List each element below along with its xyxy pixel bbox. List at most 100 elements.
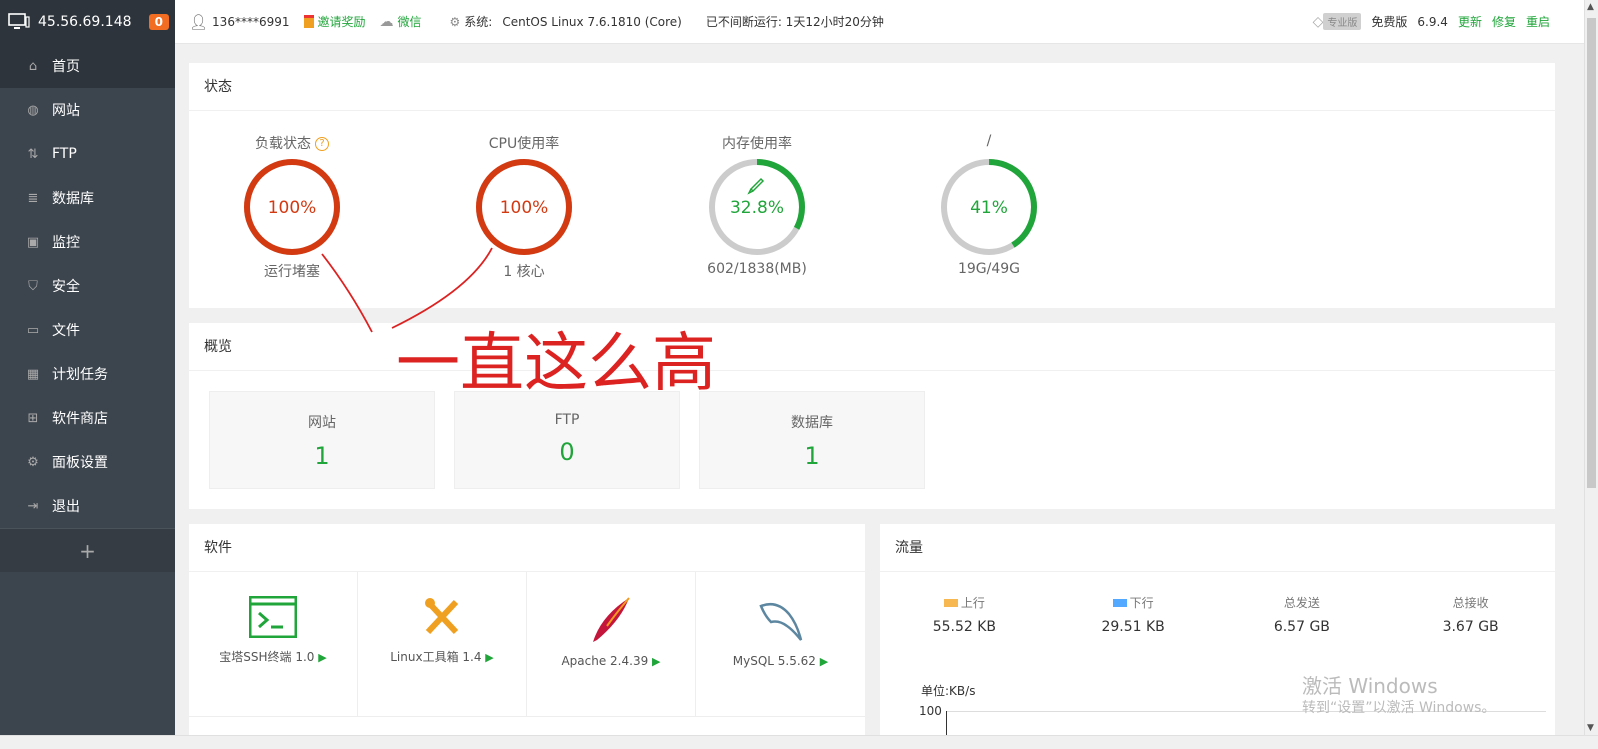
- sidebar-item-logout[interactable]: ⇥ 退出: [0, 484, 175, 528]
- apache-feather-icon: [593, 597, 630, 642]
- software-name: MySQL 5.5.62: [732, 654, 816, 668]
- folder-icon: ▭: [26, 322, 40, 338]
- notification-badge[interactable]: 0: [148, 14, 169, 30]
- invite-link[interactable]: 邀请奖励: [303, 13, 366, 30]
- gauge-ring: 100%: [244, 159, 340, 255]
- overview-label: 数据库: [791, 415, 833, 431]
- sidebar-item-website[interactable]: ◍ 网站: [0, 88, 175, 132]
- traffic-value: 3.67 GB: [1442, 619, 1499, 635]
- overview-value: 1: [314, 442, 330, 470]
- overview-website[interactable]: 网站 1: [209, 391, 435, 489]
- monitor-icon: [8, 13, 30, 29]
- overview-title: 概览: [189, 323, 1555, 371]
- status-title: 状态: [189, 63, 1555, 111]
- gauge-title: 内存使用率: [722, 136, 792, 152]
- scrollbar-thumb[interactable]: [1587, 18, 1596, 488]
- sidebar: 45.56.69.148 0 ⌂ 首页 ◍ 网站 ⇅ FTP ≣ 数据库 ▣ 监控 ⛉ 安全…: [0, 0, 175, 749]
- software-item-mysql[interactable]: MySQL 5.5.62 ▶: [696, 572, 865, 717]
- restart-button[interactable]: 重启: [1526, 13, 1550, 30]
- horizontal-scrollbar[interactable]: [0, 735, 1598, 749]
- update-button[interactable]: 更新: [1458, 13, 1482, 30]
- add-menu-button[interactable]: +: [0, 528, 175, 572]
- sidebar-item-home[interactable]: ⌂ 首页: [0, 44, 175, 88]
- sidebar-item-ftp[interactable]: ⇅ FTP: [0, 132, 175, 176]
- software-panel: 软件 宝塔SSH终端 1.0 ▶ Linux工具箱 1.4 ▶ Apache 2…: [189, 524, 865, 749]
- software-item-apache[interactable]: Apache 2.4.39 ▶: [527, 572, 696, 717]
- sidebar-item-label: 文件: [52, 323, 80, 339]
- invite-label: 邀请奖励: [317, 15, 366, 29]
- activation-watermark-title: 激活 Windows: [1302, 674, 1438, 698]
- repair-button[interactable]: 修复: [1492, 13, 1516, 30]
- sidebar-item-label: FTP: [52, 146, 77, 162]
- cpu-gauge[interactable]: CPU使用率 100% 1 核心: [454, 133, 594, 281]
- gauge-sub: 1 核心: [503, 264, 545, 280]
- topbar-actions: ◇ 专业版 免费版 6.9.4 更新 修复 重启: [1313, 13, 1598, 30]
- software-name: Linux工具箱 1.4: [390, 650, 482, 664]
- software-title: 软件: [189, 524, 865, 572]
- traffic-total-sent: 总发送 6.57 GB: [1218, 594, 1387, 635]
- traffic-label: 上行: [960, 596, 985, 610]
- version-label: 6.9.4: [1417, 14, 1448, 29]
- logout-icon: ⇥: [27, 498, 39, 514]
- gauge-title: CPU使用率: [488, 136, 560, 152]
- gauge-value: 100%: [500, 198, 549, 218]
- overview-label: FTP: [554, 412, 580, 428]
- sidebar-item-label: 面板设置: [52, 455, 108, 471]
- play-icon[interactable]: ▶: [485, 651, 493, 664]
- gear-icon: ⚙: [27, 454, 39, 470]
- activation-watermark-subtitle: 转到“设置”以激活 Windows。: [1302, 700, 1496, 716]
- wechat-label: 微信: [397, 15, 422, 29]
- help-icon[interactable]: ?: [315, 137, 329, 151]
- sidebar-item-label: 监控: [52, 235, 80, 251]
- monitor-icon: ▣: [26, 234, 40, 250]
- sidebar-item-cron[interactable]: ▦ 计划任务: [0, 352, 175, 396]
- traffic-label: 下行: [1129, 596, 1154, 610]
- sidebar-item-database[interactable]: ≣ 数据库: [0, 176, 175, 220]
- terminal-icon: [248, 595, 298, 639]
- overview-ftp[interactable]: FTP 0: [454, 391, 680, 489]
- pro-edition[interactable]: ◇ 专业版: [1313, 13, 1362, 30]
- gauge-sub: 19G/49G: [957, 261, 1021, 277]
- home-icon: ⌂: [28, 58, 38, 74]
- overview-database[interactable]: 数据库 1: [699, 391, 925, 489]
- rocket-icon[interactable]: [747, 177, 765, 195]
- sidebar-item-label: 网站: [52, 103, 80, 119]
- scroll-down-icon[interactable]: ▼: [1587, 723, 1594, 733]
- sidebar-item-monitor[interactable]: ▣ 监控: [0, 220, 175, 264]
- traffic-value: 29.51 KB: [1101, 619, 1165, 635]
- software-item-toolbox[interactable]: Linux工具箱 1.4 ▶: [358, 572, 527, 717]
- play-icon[interactable]: ▶: [652, 655, 660, 668]
- sidebar-item-security[interactable]: ⛉ 安全: [0, 264, 175, 308]
- calendar-icon: ▦: [26, 366, 40, 382]
- load-gauge[interactable]: 负载状态? 100% 运行堵塞: [222, 133, 362, 281]
- sidebar-item-settings[interactable]: ⚙ 面板设置: [0, 440, 175, 484]
- software-name: Apache 2.4.39: [561, 654, 649, 668]
- sidebar-item-label: 退出: [52, 499, 80, 515]
- sidebar-item-label: 首页: [52, 59, 80, 75]
- server-header[interactable]: 45.56.69.148 0: [0, 0, 175, 44]
- sidebar-item-label: 软件商店: [52, 411, 108, 427]
- memory-gauge[interactable]: 内存使用率 32.8% 602/1838(MB): [687, 133, 827, 277]
- upload-swatch: [943, 598, 958, 607]
- gauge-ring: 41%: [941, 159, 1037, 255]
- gauge-title: 负载状态: [255, 136, 311, 152]
- user-account[interactable]: 👤︎ 136****6991: [189, 13, 290, 31]
- wechat-link[interactable]: ☁ 微信: [380, 13, 422, 30]
- traffic-axis-max: 100: [919, 704, 942, 718]
- gauge-value: 32.8%: [730, 198, 784, 218]
- traffic-value: 6.57 GB: [1273, 619, 1330, 635]
- sidebar-item-store[interactable]: ⊞ 软件商店: [0, 396, 175, 440]
- gauge-value: 41%: [970, 198, 1008, 218]
- play-icon[interactable]: ▶: [820, 655, 828, 668]
- ftp-icon: ⇅: [27, 146, 39, 162]
- scroll-up-icon[interactable]: ▲: [1587, 2, 1594, 12]
- disk-gauge[interactable]: / 41% 19G/49G: [919, 133, 1059, 277]
- play-icon[interactable]: ▶: [318, 651, 326, 664]
- traffic-unit: 单位:KB/s: [921, 684, 976, 698]
- sidebar-item-files[interactable]: ▭ 文件: [0, 308, 175, 352]
- vertical-scrollbar[interactable]: ▲ ▼: [1584, 0, 1598, 735]
- software-item-ssh[interactable]: 宝塔SSH终端 1.0 ▶: [189, 572, 358, 717]
- diamond-icon: ◇: [1312, 13, 1324, 30]
- top-bar: 👤︎ 136****6991 邀请奖励 ☁ 微信 ⚙ 系统: CentOS Li…: [175, 0, 1598, 44]
- sidebar-item-label: 计划任务: [52, 367, 108, 383]
